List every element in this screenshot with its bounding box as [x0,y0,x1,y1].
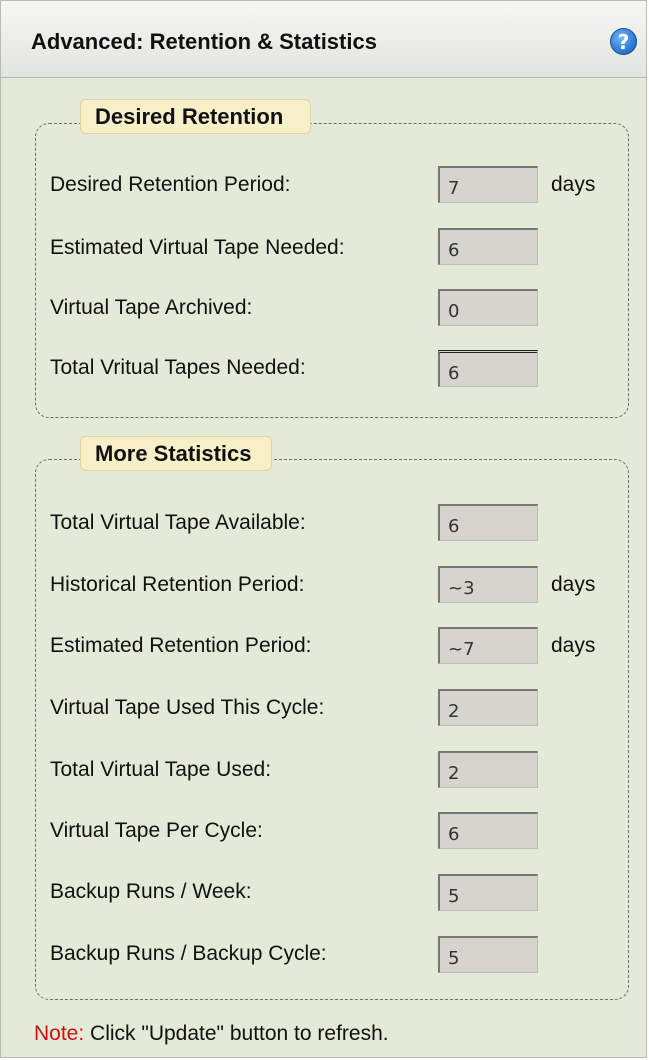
backup-runs-backup-cycle-field: 5 [438,936,538,973]
backup-runs-backup-cycle-label: Backup Runs / Backup Cycle: [50,942,327,965]
desired-retention-period-label: Desired Retention Period: [50,173,291,196]
more-statistics-legend: More Statistics [80,436,272,471]
backup-runs-week-field: 5 [438,874,538,911]
estimated-retention-period-field: ~7 [438,627,538,664]
total-virtual-tapes-needed-label: Total Vritual Tapes Needed: [50,356,306,379]
backup-runs-week-label: Backup Runs / Week: [50,880,252,903]
virtual-tape-used-this-cycle-label: Virtual Tape Used This Cycle: [50,696,325,719]
total-virtual-tape-used-field: 2 [438,751,538,788]
virtual-tape-per-cycle-field: 6 [438,812,538,849]
desired-retention-legend: Desired Retention [80,99,311,134]
desired-retention-period-unit: days [551,173,596,196]
estimated-virtual-tape-needed-field: 6 [438,228,538,265]
desired-retention-period-input[interactable]: 7 [438,166,538,203]
more-statistics-group [35,459,629,1000]
note-label: Note: [34,1022,85,1045]
estimated-virtual-tape-needed-label: Estimated Virtual Tape Needed: [50,236,345,259]
total-virtual-tape-available-label: Total Virtual Tape Available: [50,511,306,534]
total-virtual-tape-used-label: Total Virtual Tape Used: [50,758,272,781]
total-virtual-tape-available-field: 6 [438,504,538,541]
note-text: Click "Update" button to refresh. [84,1022,389,1045]
historical-retention-period-unit: days [551,573,596,596]
panel-title: Advanced: Retention & Statistics [31,29,377,54]
help-icon[interactable]: ? [610,28,637,55]
virtual-tape-used-this-cycle-field: 2 [438,689,538,726]
total-virtual-tapes-needed-field: 6 [438,350,538,387]
virtual-tape-per-cycle-label: Virtual Tape Per Cycle: [50,819,263,842]
panel-header: Advanced: Retention & Statistics ? [1,1,646,78]
refresh-note: Note: Click "Update" button to refresh. [34,1022,389,1046]
estimated-retention-period-unit: days [551,634,596,657]
historical-retention-period-label: Historical Retention Period: [50,573,305,596]
estimated-retention-period-label: Estimated Retention Period: [50,634,312,657]
virtual-tape-archived-label: Virtual Tape Archived: [50,296,253,319]
retention-statistics-panel: Advanced: Retention & Statistics ? Desir… [0,0,647,1058]
historical-retention-period-field: ~3 [438,566,538,603]
virtual-tape-archived-field: 0 [438,289,538,326]
